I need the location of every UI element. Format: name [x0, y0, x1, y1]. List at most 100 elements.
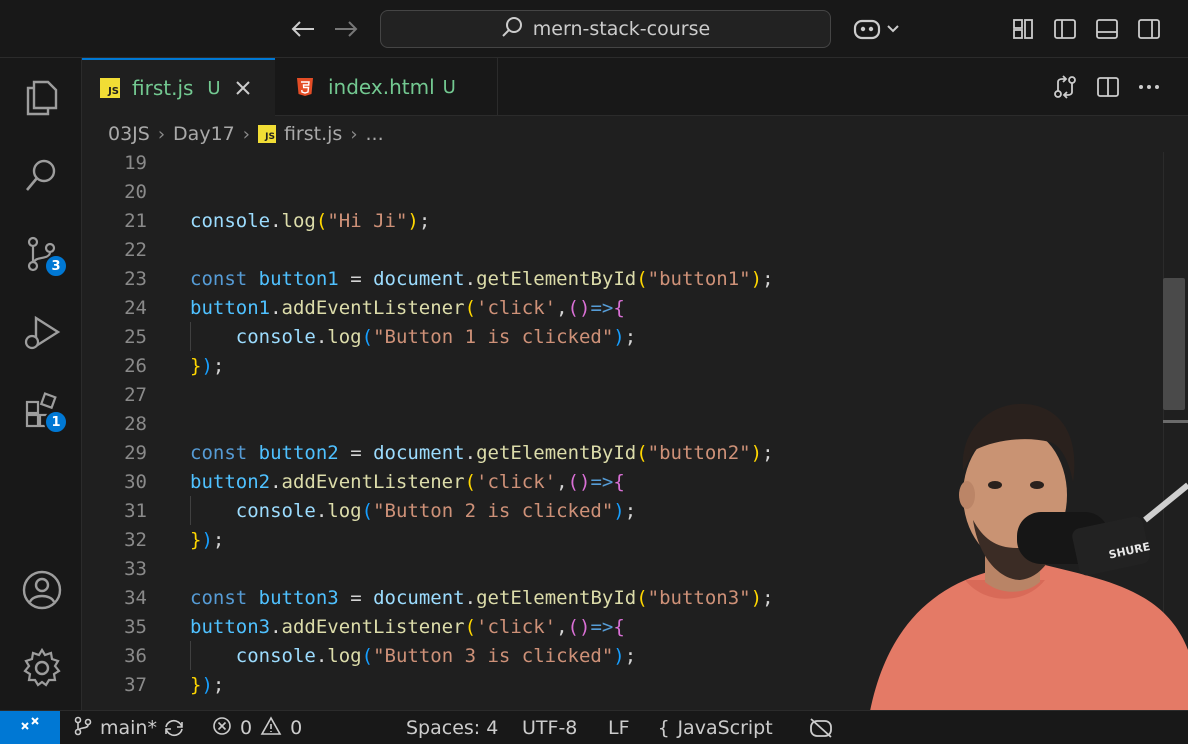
html-file-icon	[296, 77, 314, 97]
toggle-secondary-sidebar-icon[interactable]	[1134, 14, 1164, 44]
remote-indicator[interactable]	[0, 711, 60, 744]
problems-status[interactable]: 0 0	[212, 711, 302, 744]
editor-tab-bar: JS first.js U index.html U	[82, 58, 1188, 116]
close-icon[interactable]	[235, 80, 251, 96]
chevron-right-icon: ›	[350, 123, 358, 145]
breadcrumb-item-day17[interactable]: Day17	[173, 123, 235, 145]
tab-index-html[interactable]: index.html U	[276, 58, 498, 116]
tab-label: index.html	[328, 75, 435, 99]
sync-icon[interactable]	[163, 711, 185, 744]
line-number: 19	[124, 152, 147, 174]
line-number: 24	[124, 296, 147, 319]
code-text: });	[190, 354, 225, 377]
language-name: JavaScript	[677, 717, 773, 739]
code-line[interactable]: 24 button1.addEventListener('click',()=>{	[82, 293, 1162, 322]
line-number: 21	[124, 209, 147, 232]
tab-git-status: U	[442, 76, 456, 98]
status-bar: main* 0 0 Spaces: 4 UTF-8 LF { JavaScrip…	[0, 710, 1188, 744]
line-number: 26	[124, 354, 147, 377]
indentation-status[interactable]: Spaces: 4	[406, 711, 498, 744]
line-number: 37	[124, 673, 147, 696]
breadcrumb-item-file[interactable]: first.js	[284, 123, 342, 145]
code-line[interactable]: 25 console.log("Button 1 is clicked");	[82, 322, 1162, 351]
split-editor-icon[interactable]	[1093, 72, 1123, 102]
search-icon[interactable]	[18, 152, 66, 200]
eol-status[interactable]: LF	[608, 711, 630, 744]
code-text: button1.addEventListener('click',()=>{	[190, 296, 625, 319]
source-control-icon[interactable]: 3	[18, 230, 68, 278]
accounts-icon[interactable]	[18, 566, 66, 614]
copilot-icon[interactable]	[850, 14, 902, 44]
breadcrumb: 03JS › Day17 › JS first.js › ...	[82, 116, 1188, 152]
line-number: 27	[124, 383, 147, 406]
language-mode-status[interactable]: { JavaScript	[658, 711, 773, 744]
command-center-search[interactable]: mern-stack-course	[380, 10, 831, 48]
extensions-badge: 1	[44, 410, 68, 434]
open-changes-icon[interactable]	[1050, 72, 1080, 102]
run-debug-icon[interactable]	[18, 308, 66, 356]
code-text: const button1 = document.getElementById(…	[190, 267, 774, 290]
js-file-icon: JS	[257, 125, 276, 143]
explorer-icon[interactable]	[18, 74, 66, 122]
code-line[interactable]: 20	[82, 177, 1162, 206]
branch-icon	[74, 716, 92, 741]
settings-gear-icon[interactable]	[18, 644, 66, 692]
tab-first-js[interactable]: JS first.js U	[82, 58, 275, 116]
code-text: button2.addEventListener('click',()=>{	[190, 470, 625, 493]
search-text: mern-stack-course	[532, 18, 711, 40]
tab-label: first.js	[132, 76, 194, 100]
code-text: });	[190, 528, 225, 551]
branch-name: main*	[100, 717, 157, 739]
code-line[interactable]: 22	[82, 235, 1162, 264]
code-text: button3.addEventListener('click',()=>{	[190, 615, 625, 638]
code-text: console.log("Button 2 is clicked");	[235, 499, 637, 522]
branch-status[interactable]: main*	[74, 711, 157, 744]
activity-bar: 3 1	[0, 58, 82, 710]
source-control-badge: 3	[44, 254, 68, 278]
forward-arrow-icon[interactable]	[331, 14, 361, 44]
line-number: 29	[124, 441, 147, 464]
line-number: 33	[124, 557, 147, 580]
code-text: const button2 = document.getElementById(…	[190, 441, 774, 464]
customize-layout-icon[interactable]	[1008, 14, 1038, 44]
remote-icon	[19, 715, 41, 742]
line-number: 31	[124, 499, 147, 522]
code-text: console.log("Button 1 is clicked");	[235, 325, 637, 348]
code-line[interactable]: 23 const button1 = document.getElementByI…	[82, 264, 1162, 293]
line-number: 25	[124, 325, 147, 348]
line-number: 20	[124, 180, 147, 203]
breadcrumb-item-symbol[interactable]: ...	[366, 123, 384, 145]
toggle-primary-sidebar-icon[interactable]	[1050, 14, 1080, 44]
encoding-status[interactable]: UTF-8	[522, 711, 577, 744]
js-file-icon: JS	[100, 78, 120, 98]
presenter-webcam-overlay: SHURE	[845, 390, 1188, 744]
line-number: 35	[124, 615, 147, 638]
code-line[interactable]: 21 console.log("Hi Ji");	[82, 206, 1162, 235]
warning-icon	[260, 715, 282, 741]
warning-count: 0	[290, 717, 303, 739]
code-text: });	[190, 673, 225, 696]
copilot-status-icon[interactable]	[808, 711, 834, 744]
code-line[interactable]: 19	[82, 152, 1162, 177]
line-number: 32	[124, 528, 147, 551]
line-number: 28	[124, 412, 147, 435]
line-number: 30	[124, 470, 147, 493]
code-line[interactable]: 26});	[82, 351, 1162, 380]
toggle-panel-icon[interactable]	[1092, 14, 1122, 44]
more-actions-icon[interactable]	[1134, 72, 1164, 102]
back-arrow-icon[interactable]	[288, 14, 318, 44]
extensions-icon[interactable]: 1	[18, 386, 68, 434]
braces-icon: {	[658, 717, 670, 739]
code-text: console.log("Button 3 is clicked");	[235, 644, 637, 667]
title-bar: mern-stack-course	[0, 0, 1188, 58]
line-number: 23	[124, 267, 147, 290]
code-text: const button3 = document.getElementById(…	[190, 586, 774, 609]
error-icon	[212, 716, 232, 741]
line-number: 36	[124, 644, 147, 667]
breadcrumb-item-03js[interactable]: 03JS	[108, 123, 150, 145]
chevron-right-icon: ›	[242, 123, 250, 145]
line-number: 22	[124, 238, 147, 261]
chevron-right-icon: ›	[157, 123, 166, 145]
code-text: console.log("Hi Ji");	[190, 209, 431, 232]
search-icon	[501, 16, 523, 42]
